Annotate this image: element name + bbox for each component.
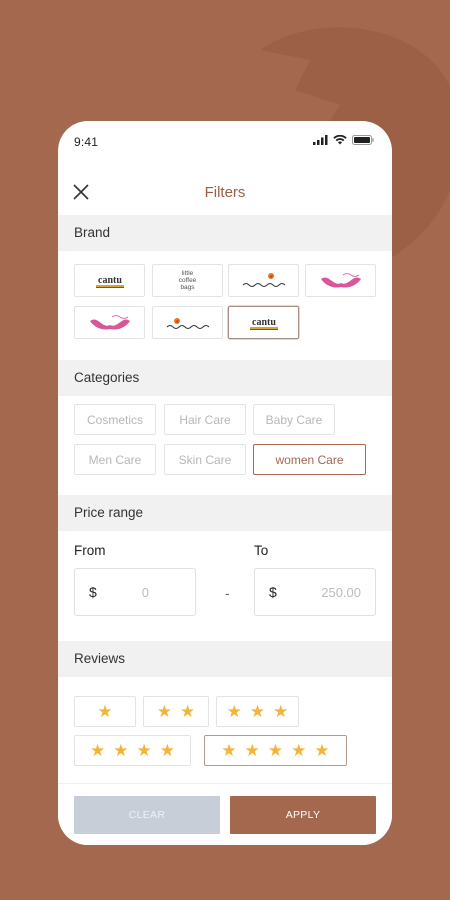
star-icon: ★ <box>267 740 284 760</box>
review-chip-1-star[interactable]: ★ <box>74 696 136 727</box>
clear-button[interactable]: CLEAR <box>74 796 220 834</box>
star-icon: ★ <box>97 701 113 721</box>
hello-kitty-logo <box>89 314 130 330</box>
price-from-input[interactable]: $ 0 <box>74 568 196 616</box>
section-header-reviews: Reviews <box>58 641 392 677</box>
price-from-label: From <box>74 543 106 558</box>
apply-button[interactable]: APPLY <box>230 796 376 834</box>
review-chip-3-stars[interactable]: ★ ★ ★ <box>216 696 299 727</box>
brand-tile-cantu-selected[interactable]: cantu <box>228 306 299 339</box>
currency-symbol: $ <box>269 584 277 600</box>
brand-tile-jardim-botanico[interactable] <box>228 264 299 297</box>
brand-tile-hello-kitty-2[interactable] <box>74 306 145 339</box>
signal-icon <box>313 135 328 145</box>
brand-tile-cantu[interactable]: cantu <box>74 264 145 297</box>
status-icons <box>313 135 374 145</box>
star-icon: ★ <box>244 740 260 760</box>
star-icon: ★ <box>90 740 106 760</box>
star-icon: ★ <box>249 701 266 721</box>
review-chip-4-stars[interactable]: ★ ★ ★ ★ <box>74 735 191 766</box>
section-header-categories: Categories <box>58 360 392 396</box>
cantu-logo: cantu <box>249 317 278 330</box>
review-chip-2-stars[interactable]: ★ ★ <box>143 696 209 727</box>
price-to-label: To <box>254 543 269 558</box>
star-icon: ★ <box>180 701 196 721</box>
price-to-input[interactable]: $ 250.00 <box>254 568 376 616</box>
brand-tile-jardim-botanico-2[interactable] <box>152 306 223 339</box>
star-icon: ★ <box>221 740 237 760</box>
jardim-botanico-logo <box>242 272 285 287</box>
nav-bar: Filters <box>58 171 392 215</box>
star-icon: ★ <box>159 740 175 760</box>
section-header-price-range: Price range <box>58 495 392 531</box>
brand-tile-little-coffee-bags[interactable]: little coffee bags <box>152 264 223 297</box>
category-chip-men-care[interactable]: Men Care <box>74 444 156 475</box>
price-separator: - <box>225 585 230 601</box>
star-icon: ★ <box>156 701 172 721</box>
currency-symbol: $ <box>89 584 97 600</box>
price-from-value: 0 <box>141 585 149 600</box>
review-chip-5-stars[interactable]: ★ ★ ★ ★ ★ <box>204 735 347 766</box>
battery-icon <box>352 135 374 145</box>
star-icon: ★ <box>113 740 129 760</box>
cantu-logo: cantu <box>95 275 124 288</box>
star-icon: ★ <box>314 740 330 760</box>
wifi-icon <box>333 135 347 145</box>
star-icon: ★ <box>291 740 307 760</box>
category-chip-hair-care[interactable]: Hair Care <box>164 404 246 435</box>
section-header-brand: Brand <box>58 215 392 251</box>
svg-text:cantu: cantu <box>98 275 122 286</box>
hello-kitty-logo <box>320 272 361 288</box>
category-chip-skin-care[interactable]: Skin Care <box>164 444 246 475</box>
little-coffee-bags-logo: little coffee bags <box>178 270 197 291</box>
star-icon: ★ <box>226 701 242 721</box>
brand-tile-hello-kitty[interactable] <box>305 264 376 297</box>
star-icon: ★ <box>273 701 289 721</box>
star-icon: ★ <box>136 740 152 760</box>
price-to-value: 250.00 <box>321 585 361 600</box>
category-chip-cosmetics[interactable]: Cosmetics <box>74 404 156 435</box>
status-bar: 9:41 <box>58 121 392 161</box>
bottom-action-bar: CLEAR APPLY <box>58 783 392 845</box>
status-time: 9:41 <box>74 135 99 149</box>
category-chip-baby-care[interactable]: Baby Care <box>253 404 335 435</box>
jardim-botanico-logo <box>166 317 209 329</box>
category-chip-women-care[interactable]: women Care <box>253 444 366 475</box>
page-title: Filters <box>204 184 246 201</box>
svg-text:cantu: cantu <box>252 317 276 328</box>
phone-frame: 9:41 Filters Brand cantu little coffee b… <box>58 121 392 845</box>
